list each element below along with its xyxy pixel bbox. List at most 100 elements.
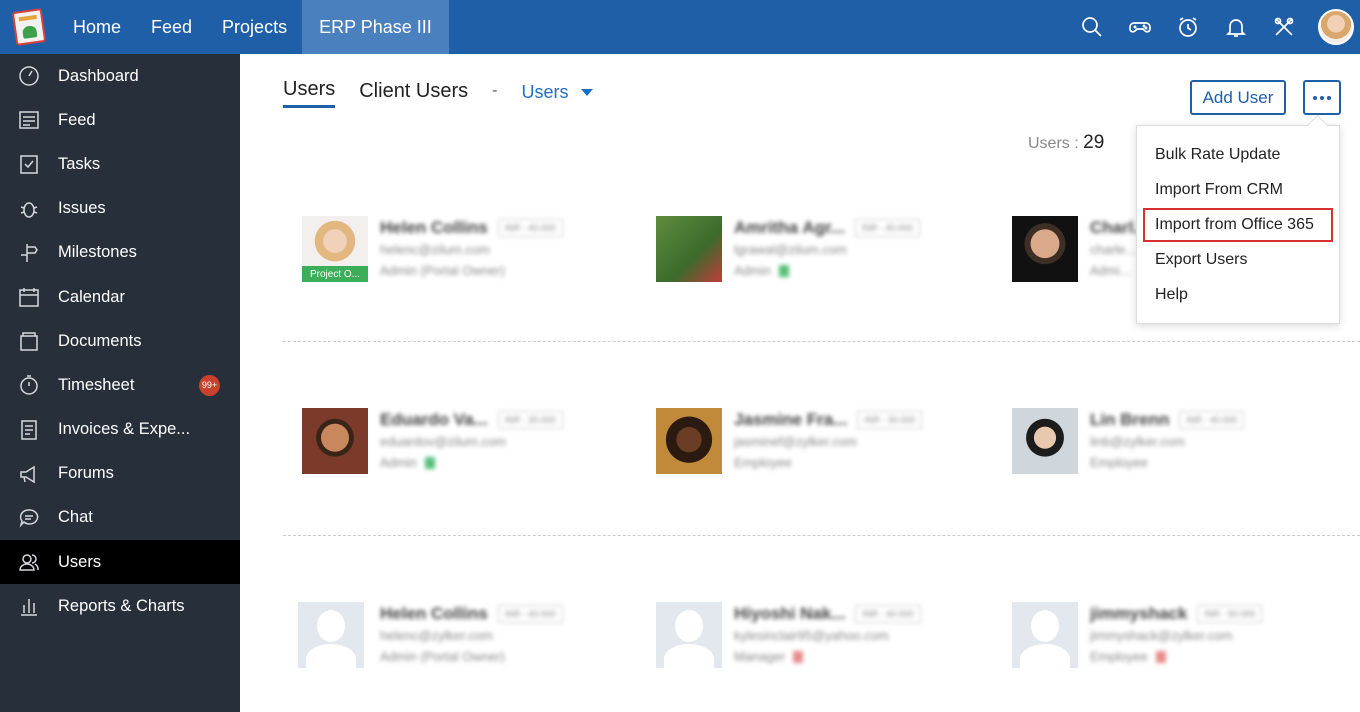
sidebar-item-feed[interactable]: Feed: [0, 98, 240, 142]
bug-icon: [18, 198, 40, 220]
menu-item-export-users[interactable]: Export Users: [1137, 242, 1339, 277]
sidebar-item-timesheet[interactable]: Timesheet 99+: [0, 363, 240, 407]
dot-icon: [1320, 95, 1324, 100]
user-card[interactable]: Project O... Helen Collins INR - 40.000 h…: [302, 216, 612, 286]
users-filter-dropdown[interactable]: Users: [521, 81, 593, 103]
sidebar-item-documents[interactable]: Documents: [0, 319, 240, 363]
sidebar-item-label: Milestones: [58, 243, 137, 262]
gamepad-icon[interactable]: [1116, 0, 1164, 54]
invoice-icon: [18, 419, 40, 441]
sidebar-item-calendar[interactable]: Calendar: [0, 275, 240, 319]
top-bar: Home Feed Projects ERP Phase III: [0, 0, 1360, 54]
stopwatch-icon: [18, 374, 40, 396]
sidebar-item-reports[interactable]: Reports & Charts: [0, 584, 240, 628]
app-logo[interactable]: [0, 0, 58, 54]
user-name: Jasmine Fra...: [734, 410, 848, 429]
reports-icon: [18, 595, 40, 617]
caret-down-icon: [580, 88, 593, 96]
user-photo: [656, 216, 722, 282]
menu-item-help[interactable]: Help: [1137, 277, 1339, 312]
user-rate: INR - 30.000: [857, 411, 923, 429]
user-role: Admin: [734, 263, 771, 278]
users-icon: [18, 551, 40, 573]
signpost-icon: [18, 242, 40, 264]
user-name: Helen Collins: [380, 218, 488, 237]
search-icon[interactable]: [1068, 0, 1116, 54]
user-email: helenc@zylker.com: [380, 628, 493, 643]
role-icon: [1155, 650, 1166, 663]
menu-item-import-from-office-365[interactable]: Import from Office 365: [1143, 207, 1333, 243]
dot-icon: [1327, 95, 1331, 100]
dot-icon: [1313, 95, 1317, 100]
sidebar-item-forums[interactable]: Forums: [0, 452, 240, 496]
user-email: kylesinclair95@yahoo.com: [734, 628, 889, 643]
nav-projects[interactable]: Projects: [207, 0, 302, 54]
user-role: Employee: [1090, 649, 1148, 664]
sidebar-item-label: Calendar: [58, 287, 125, 306]
user-role: Employee: [1090, 455, 1148, 470]
menu-item-import-from-crm[interactable]: Import From CRM: [1137, 173, 1339, 208]
user-photo-placeholder: [1012, 602, 1078, 668]
tools-icon[interactable]: [1260, 0, 1308, 54]
sidebar-item-tasks[interactable]: Tasks: [0, 142, 240, 186]
role-icon: [778, 264, 789, 277]
user-card[interactable]: Jasmine Fra... INR - 30.000 jasminef@zylk…: [656, 408, 966, 478]
user-photo: [1012, 408, 1078, 474]
user-photo: Project O...: [302, 216, 368, 282]
bell-icon[interactable]: [1212, 0, 1260, 54]
timer-icon[interactable]: [1164, 0, 1212, 54]
users-count-value: 29: [1083, 132, 1105, 153]
add-user-button[interactable]: Add User: [1190, 80, 1286, 115]
sidebar-item-label: Invoices & Expe...: [58, 420, 191, 439]
row-divider: [283, 341, 1360, 342]
user-info: jimmyshack INR - 50.000 jimmyshack@zylker…: [1090, 604, 1263, 664]
sidebar-item-invoices[interactable]: Invoices & Expe...: [0, 408, 240, 452]
user-rate: INR - 50.000: [1197, 605, 1263, 623]
project-owner-tag: Project O...: [302, 266, 368, 282]
user-tabs: Users Client Users - Users: [283, 78, 593, 108]
user-name: Hiyoshi Nak...: [734, 604, 846, 623]
user-card[interactable]: jimmyshack INR - 50.000 jimmyshack@zylker…: [1012, 602, 1322, 672]
sidebar-item-dashboard[interactable]: Dashboard: [0, 54, 240, 98]
user-email: helenc@zilum.com: [380, 242, 491, 257]
menu-item-bulk-rate-update[interactable]: Bulk Rate Update: [1137, 138, 1339, 173]
tab-client-users[interactable]: Client Users: [359, 80, 468, 107]
sidebar-item-label: Dashboard: [58, 66, 139, 85]
user-role: Employee: [734, 455, 792, 470]
sidebar-item-label: Tasks: [58, 154, 101, 173]
tab-users[interactable]: Users: [283, 78, 336, 108]
sidebar-item-label: Documents: [58, 331, 142, 350]
more-options-menu: Bulk Rate Update Import From CRM Import …: [1136, 125, 1340, 324]
nav-feed[interactable]: Feed: [136, 0, 207, 54]
user-card[interactable]: Amritha Agr... INR - 40.000 lgrawal@zilum…: [656, 216, 966, 286]
user-info: Amritha Agr... INR - 40.000 lgrawal@zilum…: [734, 218, 920, 278]
role-icon: [424, 456, 435, 469]
nav-erp-phase-iii[interactable]: ERP Phase III: [302, 0, 449, 54]
sidebar-item-chat[interactable]: Chat: [0, 496, 240, 540]
user-info: Lin Brenn INR - 40.000 linb@zylker.com Em…: [1090, 410, 1245, 470]
top-icons: [1068, 0, 1360, 54]
sidebar-item-users[interactable]: Users: [0, 540, 240, 585]
user-photo-placeholder: [656, 602, 722, 668]
user-avatar[interactable]: [1318, 9, 1354, 45]
user-rate: INR - 40.000: [497, 219, 563, 237]
user-info: Helen Collins INR - 40.000 helenc@zilum.c…: [380, 218, 563, 278]
user-card[interactable]: Lin Brenn INR - 40.000 linb@zylker.com Em…: [1012, 408, 1322, 478]
user-photo-placeholder: [298, 602, 364, 668]
sidebar-item-label: Issues: [58, 199, 106, 218]
user-email: eduardov@zilum.com: [380, 434, 506, 449]
sidebar-item-milestones[interactable]: Milestones: [0, 231, 240, 275]
tab-separator: -: [492, 82, 498, 99]
more-options-button[interactable]: [1303, 80, 1341, 115]
timesheet-badge: 99+: [199, 374, 220, 396]
nav-home[interactable]: Home: [58, 0, 136, 54]
user-photo: [302, 408, 368, 474]
user-card[interactable]: Hiyoshi Nak... INR - 40.000 kylesinclair9…: [656, 602, 966, 672]
sidebar-item-issues[interactable]: Issues: [0, 187, 240, 231]
user-role: Admin (Portal Owner): [380, 649, 505, 664]
user-card[interactable]: Helen Collins INR - 40.000 helenc@zylker.…: [298, 602, 608, 672]
sidebar-item-label: Users: [58, 552, 102, 571]
users-filter-label: Users: [521, 81, 569, 102]
user-card[interactable]: Eduardo Va... INR - 30.000 eduardov@zilum…: [302, 408, 612, 478]
sidebar-item-label: Forums: [58, 464, 114, 483]
